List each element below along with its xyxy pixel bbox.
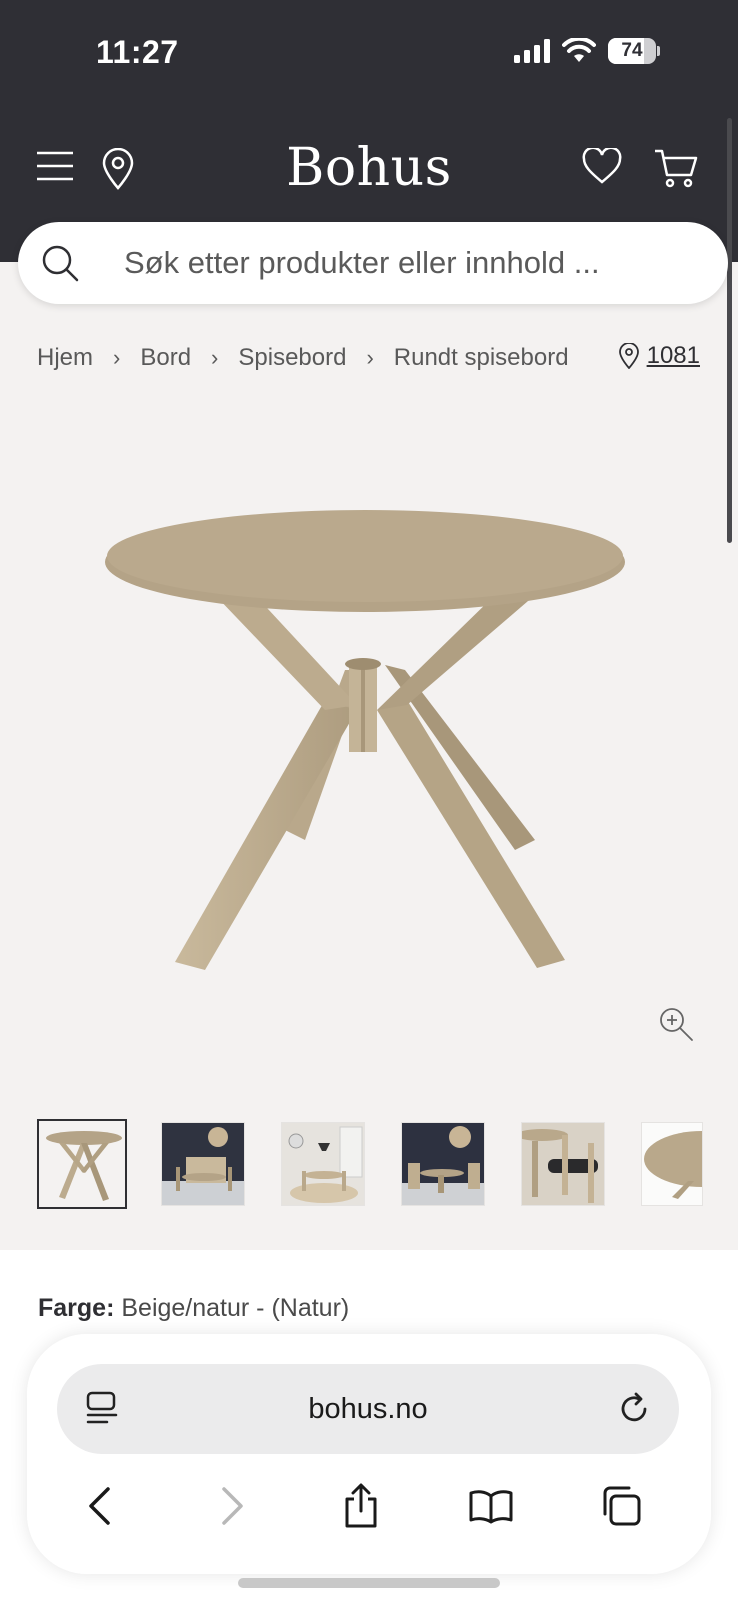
chevron-right-icon xyxy=(222,1487,243,1525)
chevron-left-icon xyxy=(89,1487,110,1525)
thumbnail-table-front[interactable] xyxy=(37,1119,127,1209)
share-button[interactable] xyxy=(337,1482,385,1530)
breadcrumb: Hjem › Bord › Spisebord › Rundt spisebor… xyxy=(37,344,569,372)
status-indicators: 74 xyxy=(514,38,660,64)
search-input[interactable] xyxy=(124,245,684,281)
thumbnail-dining-room-dark[interactable] xyxy=(161,1122,245,1206)
reader-mode-icon[interactable] xyxy=(85,1391,119,1427)
location-pin-icon xyxy=(618,343,639,369)
breadcrumb-item-rundt-spisebord[interactable]: Rundt spisebord xyxy=(394,344,569,372)
cart-icon[interactable] xyxy=(654,148,698,188)
store-number[interactable]: 1081 xyxy=(647,342,700,370)
breadcrumb-item-spisebord[interactable]: Spisebord xyxy=(238,344,346,372)
zoom-in-icon[interactable] xyxy=(658,1006,694,1042)
browser-toolbar: bohus.no xyxy=(27,1334,711,1574)
battery-percentage: 74 xyxy=(621,40,643,61)
reload-icon[interactable] xyxy=(617,1391,653,1427)
chevron-right-icon: › xyxy=(211,345,219,370)
share-icon xyxy=(345,1483,377,1528)
color-label: Farge: xyxy=(38,1294,115,1322)
forward-button[interactable] xyxy=(209,1482,257,1530)
thumbnail-dining-set-dark[interactable] xyxy=(401,1122,485,1206)
brand-logo[interactable]: Bohus xyxy=(0,138,738,198)
color-value: Beige/natur - (Natur) xyxy=(121,1294,350,1322)
color-option: Farge: Beige/natur - (Natur) xyxy=(38,1294,349,1323)
url-text[interactable]: bohus.no xyxy=(308,1393,427,1426)
home-indicator[interactable] xyxy=(238,1578,500,1588)
chevron-right-icon: › xyxy=(366,345,374,370)
battery-indicator: 74 xyxy=(608,38,660,64)
breadcrumb-item-bord[interactable]: Bord xyxy=(140,344,191,372)
thumbnail-tabletop-detail[interactable] xyxy=(641,1122,703,1206)
signal-icon xyxy=(514,39,550,63)
thumbnail-dining-room-light[interactable] xyxy=(281,1122,365,1206)
search-bar[interactable] xyxy=(18,222,728,304)
store-selector[interactable]: 1081 xyxy=(618,342,700,370)
wifi-icon xyxy=(562,38,596,62)
search-icon[interactable] xyxy=(40,243,80,283)
product-image[interactable] xyxy=(95,500,635,990)
heart-icon[interactable] xyxy=(582,148,622,184)
bookmarks-button[interactable] xyxy=(467,1482,515,1530)
tabs-icon xyxy=(603,1486,641,1526)
status-time: 11:27 xyxy=(96,34,179,70)
breadcrumb-item-home[interactable]: Hjem xyxy=(37,344,93,372)
address-bar[interactable]: bohus.no xyxy=(57,1364,679,1454)
book-icon xyxy=(469,1490,513,1524)
thumbnail-chairs-detail[interactable] xyxy=(521,1122,605,1206)
back-button[interactable] xyxy=(75,1482,123,1530)
chevron-right-icon: › xyxy=(113,345,121,370)
tabs-button[interactable] xyxy=(597,1482,645,1530)
